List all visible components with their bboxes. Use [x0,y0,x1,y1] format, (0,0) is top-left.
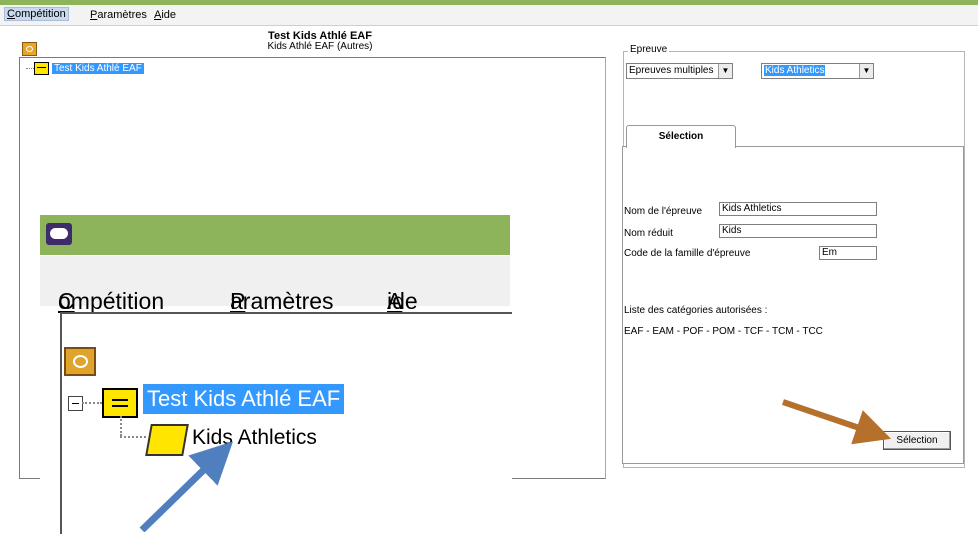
annotation-arrows [139,399,892,532]
blue-arrow [139,441,234,532]
orange-arrow [782,399,892,445]
